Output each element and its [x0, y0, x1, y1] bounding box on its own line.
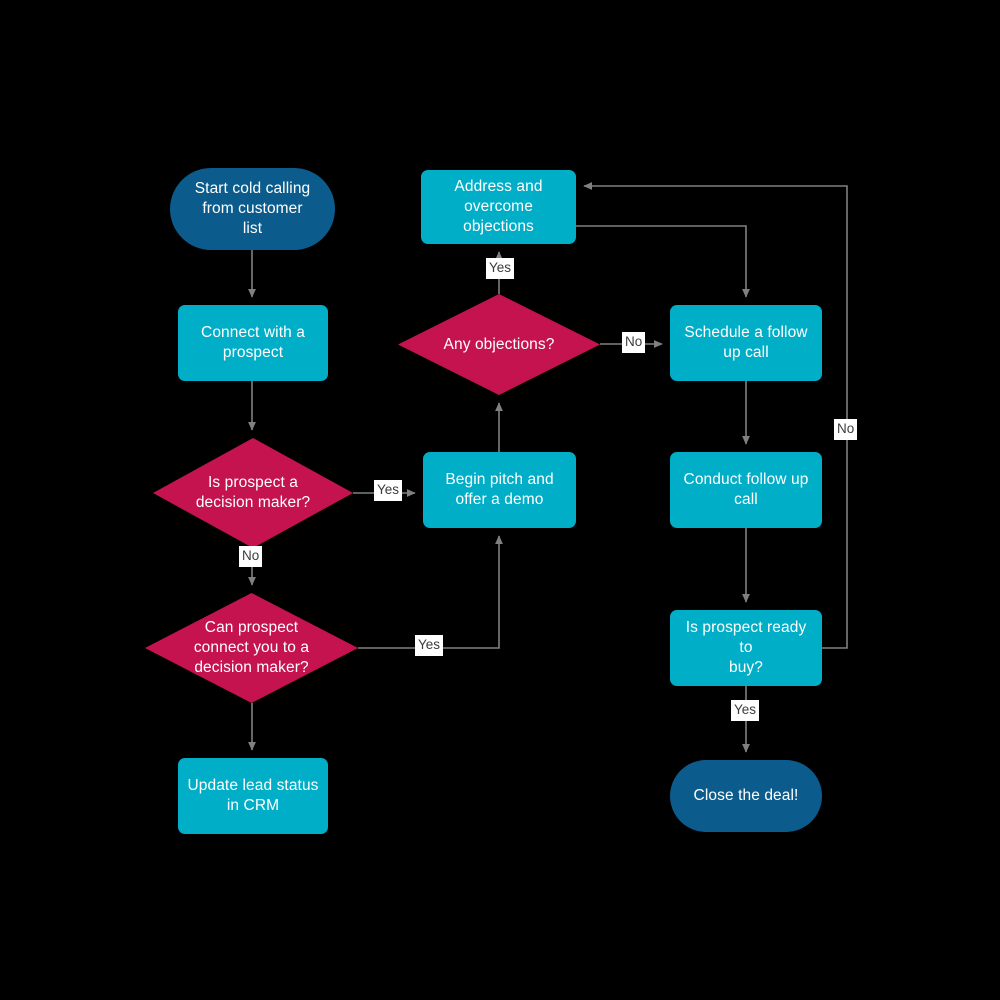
node-label-start: Start cold calling from customer list	[194, 180, 311, 237]
edge-label-no-l2: No	[239, 546, 263, 567]
node-label-schedule_followup: Schedule a follow up call	[684, 324, 808, 361]
node-begin_pitch[interactable]: Begin pitch and offer a demo	[423, 452, 576, 528]
node-label-connect_to_dm: Can prospect connect you to a decision m…	[193, 619, 310, 676]
edge-label-yes-l4: Yes	[486, 258, 515, 279]
node-connect[interactable]: Connect with a prospect	[178, 305, 328, 381]
connector-connect_to_dm-to-begin_pitch	[358, 535, 503, 649]
node-start[interactable]: Start cold calling from customer list	[170, 168, 335, 250]
node-label-connect: Connect with a prospect	[201, 324, 305, 361]
node-address_objections[interactable]: Address and overcome objections	[421, 170, 576, 244]
node-label-ready_to_buy: Is prospect ready to buy?	[685, 619, 807, 676]
edge-label-yes-l7: Yes	[731, 700, 760, 721]
edge-label-no-l5: No	[622, 332, 646, 353]
node-schedule_followup[interactable]: Schedule a follow up call	[670, 305, 822, 381]
edge-label-yes-l1: Yes	[374, 480, 403, 501]
node-connect_to_dm[interactable]: Can prospect connect you to a decision m…	[145, 593, 358, 703]
node-conduct_followup[interactable]: Conduct follow up call	[670, 452, 822, 528]
node-label-decision_maker: Is prospect a decision maker?	[195, 474, 311, 511]
node-label-conduct_followup: Conduct follow up call	[683, 471, 809, 508]
node-label-any_objections: Any objections?	[443, 335, 555, 353]
node-decision_maker[interactable]: Is prospect a decision maker?	[153, 438, 353, 548]
flowchart-canvas: Start cold calling from customer list Con…	[0, 0, 1000, 1000]
node-label-begin_pitch: Begin pitch and offer a demo	[445, 471, 554, 508]
connector-address_objections-to-schedule_followup	[576, 225, 750, 298]
node-any_objections[interactable]: Any objections?	[398, 294, 600, 395]
connector-ready_to_buy-to-address_objections	[583, 182, 848, 649]
edge-label-no-l6: No	[834, 419, 858, 440]
node-label-close_deal: Close the deal!	[693, 787, 799, 805]
node-ready_to_buy[interactable]: Is prospect ready to buy?	[670, 610, 822, 686]
node-label-update_crm: Update lead status in CRM	[187, 777, 319, 814]
node-update_crm[interactable]: Update lead status in CRM	[178, 758, 328, 834]
node-label-address_objections: Address and overcome objections	[454, 178, 543, 235]
node-close_deal[interactable]: Close the deal!	[670, 760, 822, 832]
edge-label-yes-l3: Yes	[415, 635, 444, 656]
